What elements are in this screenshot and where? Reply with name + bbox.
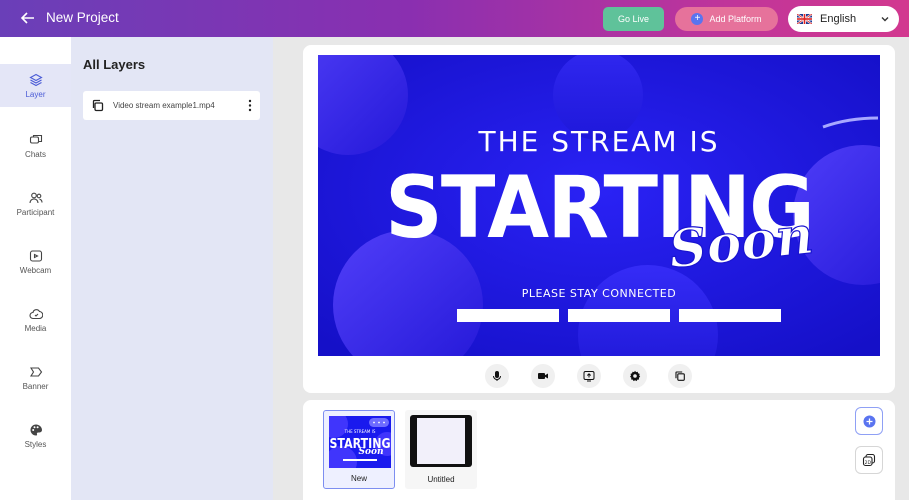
back-arrow-icon[interactable] (19, 9, 37, 27)
plus-circle-icon (863, 415, 875, 427)
language-select[interactable]: English (788, 6, 899, 32)
language-label: English (820, 13, 857, 25)
nav-label: Layer (25, 89, 46, 99)
thumb-line-3: Soon (358, 447, 383, 457)
plus-icon: + (691, 13, 704, 25)
webcam-icon (29, 250, 42, 262)
screen-share-button[interactable] (577, 364, 601, 388)
palette-icon (30, 424, 42, 436)
chevron-down-icon (881, 17, 889, 22)
scene-layout-button[interactable]: 2D (855, 446, 883, 474)
nav-label: Participant (16, 208, 55, 217)
nav-item-styles[interactable]: Styles (0, 416, 71, 456)
duplicate-button[interactable] (668, 364, 692, 388)
nav-label: Banner (22, 382, 49, 391)
scene-label: New (350, 474, 367, 483)
nav-label: Webcam (19, 266, 52, 275)
top-bar: New Project Go Live + Add Platform Engli… (0, 0, 909, 37)
screen-share-icon (583, 371, 595, 382)
gear-icon (630, 370, 641, 382)
stage-bar-2 (568, 309, 670, 322)
layer-name: Video stream example1.mp4 (113, 101, 215, 110)
copy-icon (675, 371, 685, 381)
stage-artwork: THE STREAM IS STARTING Soon PLEASE STAY … (318, 55, 880, 356)
chat-icon (29, 134, 42, 144)
thumb-line-1: THE STREAM IS (344, 429, 376, 434)
microphone-button[interactable] (485, 364, 509, 388)
layers-icon (28, 73, 43, 86)
left-navigation: Layer Chats Participant Webcam Media Ban… (0, 37, 71, 500)
uk-flag-icon (797, 14, 812, 24)
microphone-icon (493, 371, 501, 381)
nav-item-media[interactable]: Media (0, 300, 71, 340)
scene-label: Untitled (427, 475, 455, 484)
nav-item-layer[interactable]: Layer (0, 64, 71, 107)
scene-untitled[interactable]: Untitled (405, 410, 477, 489)
go-live-button[interactable]: Go Live (603, 7, 664, 31)
layers-title: All Layers (83, 57, 146, 72)
stream-preview: THE STREAM IS STARTING Soon PLEASE STAY … (318, 55, 880, 356)
add-platform-label: Add Platform (709, 14, 762, 24)
nav-item-participant[interactable]: Participant (0, 184, 71, 224)
settings-button[interactable] (623, 364, 647, 388)
camera-button[interactable] (531, 364, 555, 388)
stage-bar-1 (457, 309, 559, 322)
scene-thumbnail: THE STREAM IS STARTING Soon (329, 416, 391, 468)
nav-item-webcam[interactable]: Webcam (0, 242, 71, 282)
add-platform-button[interactable]: + Add Platform (675, 7, 778, 31)
stage-line-4: PLEASE STAY CONNECTED (522, 287, 676, 300)
banner-icon (29, 367, 42, 377)
nav-label: Media (24, 324, 47, 333)
add-scene-button[interactable] (855, 407, 883, 435)
cloud-media-icon (29, 309, 43, 320)
participants-icon (28, 192, 43, 204)
scene-new[interactable]: THE STREAM IS STARTING Soon New (323, 410, 395, 489)
svg-text:2D: 2D (865, 460, 872, 466)
layers-panel: All Layers Video stream example1.mp4 (71, 37, 273, 500)
stage-line-1: THE STREAM IS (477, 125, 719, 158)
nav-item-chats[interactable]: Chats (0, 126, 71, 166)
nav-item-banner[interactable]: Banner (0, 358, 71, 398)
layer-item[interactable]: Video stream example1.mp4 (83, 91, 260, 120)
layers-copy-icon: 2D (862, 453, 876, 467)
copy-icon (92, 99, 104, 112)
nav-label: Styles (24, 440, 47, 449)
stage-bar-3 (679, 309, 781, 322)
more-vertical-icon[interactable] (248, 99, 252, 112)
video-camera-icon (538, 373, 548, 379)
nav-label: Chats (25, 150, 46, 159)
scene-thumbnail (410, 415, 472, 467)
project-title: New Project (46, 10, 119, 25)
